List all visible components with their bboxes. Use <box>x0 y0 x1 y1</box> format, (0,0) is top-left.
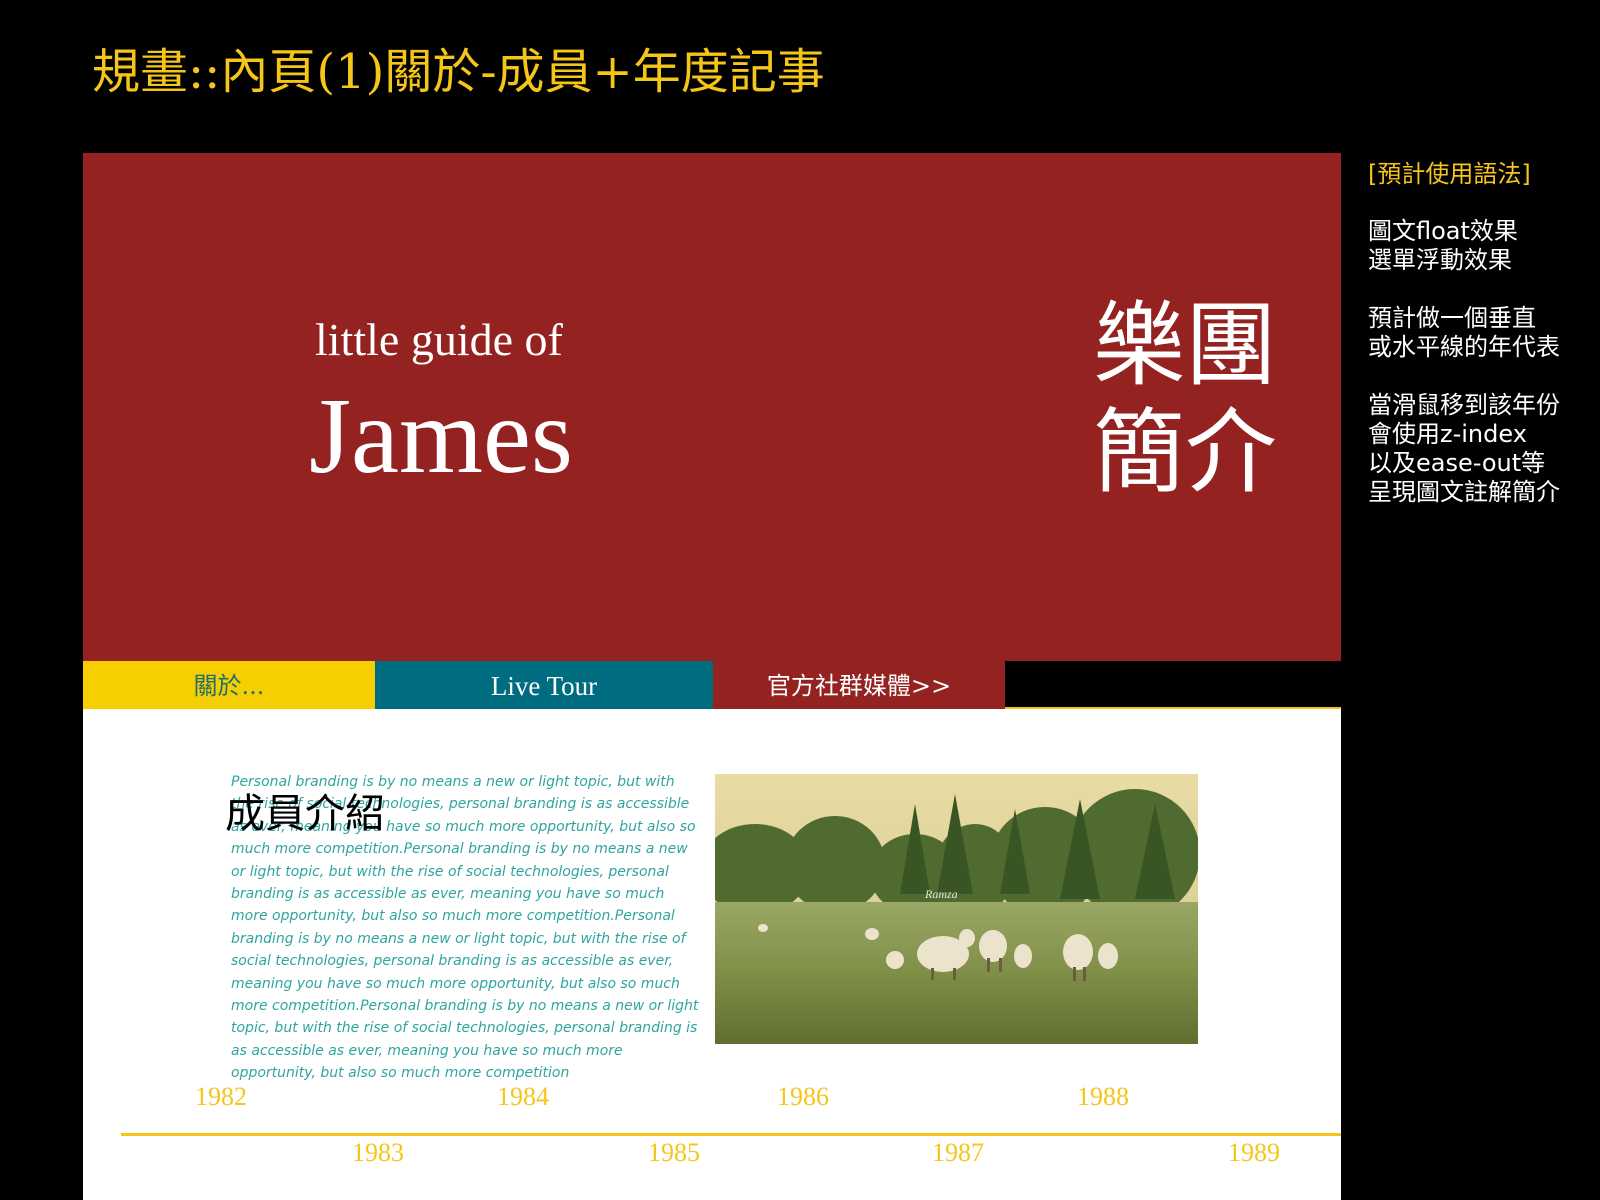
hero-name: James <box>309 377 573 496</box>
timeline-year[interactable]: 1989 <box>1228 1138 1280 1168</box>
note-line: 圖文float效果 <box>1368 217 1518 245</box>
section-heading: 成員介紹 <box>225 791 385 837</box>
main-nav: 關於... Live Tour 官方社群媒體>> <box>83 661 1341 709</box>
nav-live-tour[interactable]: Live Tour <box>375 661 713 709</box>
note-block-1: 圖文float效果 選單浮動效果 <box>1368 217 1596 275</box>
timeline-year[interactable]: 1984 <box>497 1082 549 1112</box>
timeline-axis <box>121 1133 1341 1136</box>
notes-header: [預計使用語法] <box>1368 160 1531 188</box>
planning-notes: [預計使用語法] 圖文float效果 選單浮動效果 預計做一個垂直 或水平線的年… <box>1368 154 1596 536</box>
timeline-year[interactable]: 1982 <box>195 1082 247 1112</box>
hero-banner: little guide of James 樂團 簡介 <box>83 153 1341 661</box>
sheep-photo-image: Ramza <box>715 774 1198 1044</box>
sheep-photo: Ramza <box>715 774 1198 1044</box>
note-line: 會使用z-index <box>1368 420 1527 448</box>
content-area: Personal branding is by no means a new o… <box>83 709 1341 1200</box>
nav-social-media[interactable]: 官方社群媒體>> <box>713 661 1005 709</box>
timeline-year[interactable]: 1986 <box>777 1082 829 1112</box>
hero-intro-line1: 樂團 <box>1093 292 1278 399</box>
note-line: 以及ease-out等 <box>1368 449 1546 477</box>
note-block-3: 當滑鼠移到該年份 會使用z-index 以及ease-out等 呈現圖文註解簡介 <box>1368 391 1596 507</box>
timeline-year[interactable]: 1987 <box>932 1138 984 1168</box>
hero-band-intro: 樂團 簡介 <box>1093 292 1278 506</box>
note-block-2: 預計做一個垂直 或水平線的年代表 <box>1368 304 1596 362</box>
note-line: 預計做一個垂直 <box>1368 304 1536 332</box>
slide-title: 規畫::內頁(1)關於-成員+年度記事 <box>92 44 825 100</box>
page-mockup: little guide of James 樂團 簡介 關於... Live T… <box>83 153 1341 1200</box>
hero-subtitle: little guide of <box>315 314 563 365</box>
note-line: 當滑鼠移到該年份 <box>1368 391 1560 419</box>
timeline-year[interactable]: 1988 <box>1077 1082 1129 1112</box>
timeline-year[interactable]: 1983 <box>352 1138 404 1168</box>
timeline-year[interactable]: 1985 <box>648 1138 700 1168</box>
note-line: 選單浮動效果 <box>1368 246 1512 274</box>
nav-about[interactable]: 關於... <box>83 661 375 709</box>
note-line: 呈現圖文註解簡介 <box>1368 478 1560 506</box>
photo-watermark: Ramza <box>924 887 958 901</box>
note-line: 或水平線的年代表 <box>1368 333 1560 361</box>
hero-intro-line2: 簡介 <box>1093 398 1278 506</box>
